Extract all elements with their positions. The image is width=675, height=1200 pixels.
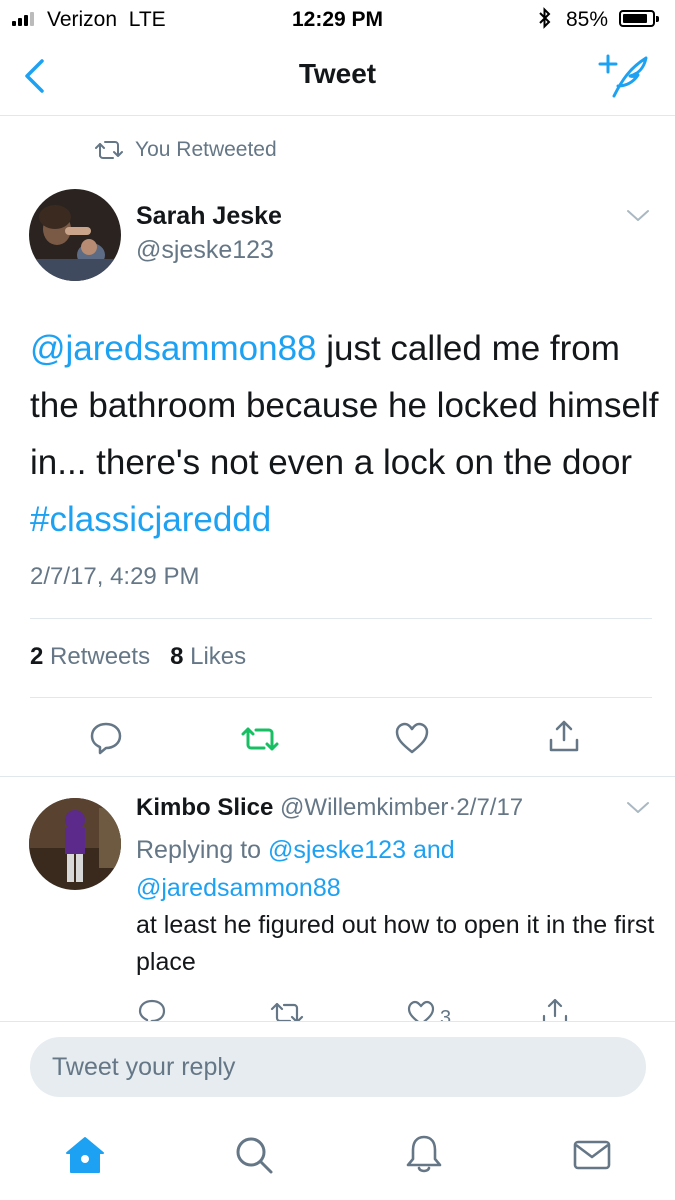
replying-to: Replying to @sjeske123 and @jaredsammon8…: [136, 831, 556, 907]
reply-date: 2/7/17: [456, 794, 524, 821]
envelope-icon: [573, 1140, 611, 1170]
like-button[interactable]: [394, 721, 430, 755]
heart-icon: [407, 1000, 435, 1021]
compose-tweet-button[interactable]: [598, 54, 650, 98]
reply-action-bar: 3: [0, 990, 675, 1021]
replying-user-link[interactable]: @jaredsammon88: [136, 874, 341, 902]
retweet-context: You Retweeted: [95, 138, 277, 162]
hashtag-link[interactable]: #classicjareddd: [30, 500, 271, 539]
tweet-timestamp: 2/7/17, 4:29 PM: [30, 563, 200, 590]
author-name[interactable]: Sarah Jeske: [136, 202, 282, 231]
chevron-down-icon: [627, 802, 649, 813]
reply-like-count: 3: [440, 1007, 452, 1021]
retweet-context-label: You Retweeted: [135, 138, 277, 161]
reply-like-button[interactable]: 3: [406, 999, 451, 1021]
reply-author-handle[interactable]: @Willemkimber: [280, 794, 448, 821]
profile-photo: [29, 798, 121, 890]
retweet-label: Retweets: [50, 643, 151, 670]
reply-options-button[interactable]: [625, 800, 651, 822]
retweet-icon: [270, 1002, 304, 1021]
divider: [0, 776, 675, 777]
reply-avatar[interactable]: [29, 798, 121, 890]
divider: [30, 618, 652, 619]
reply-reply-button[interactable]: [137, 998, 167, 1021]
replying-and[interactable]: and: [413, 836, 455, 864]
reply-share-button[interactable]: [540, 996, 570, 1021]
tweet-options-button[interactable]: [625, 208, 651, 230]
divider: [0, 1021, 675, 1022]
battery-percent: 85%: [566, 8, 609, 31]
profile-photo: [29, 189, 121, 281]
retweet-icon: [95, 141, 123, 159]
heart-icon: [395, 722, 429, 754]
bell-icon: [406, 1135, 442, 1173]
tab-search[interactable]: [234, 1135, 274, 1175]
tab-notifications[interactable]: [404, 1133, 444, 1175]
avatar[interactable]: [29, 189, 121, 281]
nav-divider: [0, 115, 675, 116]
retweet-count: 2: [30, 643, 44, 670]
reply-button[interactable]: [88, 720, 124, 756]
reply-header: Kimbo Slice @Willemkimber·2/7/17: [136, 794, 523, 822]
replying-user-link[interactable]: @sjeske123: [268, 836, 406, 864]
reply-author-name[interactable]: Kimbo Slice: [136, 794, 273, 821]
share-icon: [542, 998, 568, 1021]
share-button[interactable]: [546, 718, 582, 754]
compose-feather-icon: [598, 54, 648, 98]
divider: [30, 697, 652, 698]
reply-input[interactable]: Tweet your reply: [30, 1037, 646, 1097]
like-label: Likes: [190, 643, 247, 670]
tweet-stats: 2 Retweets 8 Likes: [30, 643, 246, 671]
author-handle[interactable]: @sjeske123: [136, 236, 274, 265]
replying-prefix: Replying to: [136, 836, 262, 864]
search-icon: [236, 1137, 273, 1174]
likes-stat[interactable]: 8 Likes: [170, 643, 246, 670]
share-icon: [549, 720, 579, 752]
reply-icon: [138, 999, 166, 1021]
home-icon: [66, 1137, 104, 1173]
chevron-down-icon: [627, 210, 649, 221]
reply-icon: [90, 722, 122, 755]
retweet-button[interactable]: [240, 724, 280, 754]
mention-link[interactable]: @jaredsammon88: [30, 329, 317, 368]
page-title: Tweet: [298, 58, 377, 89]
tab-home[interactable]: [64, 1135, 106, 1175]
like-count: 8: [170, 643, 184, 670]
retweets-stat[interactable]: 2 Retweets: [30, 643, 150, 670]
retweet-icon: [241, 727, 279, 751]
status-bar: Verizon LTE 12:29 PM 85%: [0, 0, 675, 38]
tweet-text: @jaredsammon88 just called me from the b…: [30, 320, 660, 548]
reply-retweet-button[interactable]: [270, 1000, 304, 1021]
bluetooth-icon: [538, 7, 552, 29]
battery-icon: [619, 10, 659, 27]
tab-messages[interactable]: [572, 1138, 612, 1172]
reply-text: at least he figured out how to open it i…: [136, 911, 655, 976]
